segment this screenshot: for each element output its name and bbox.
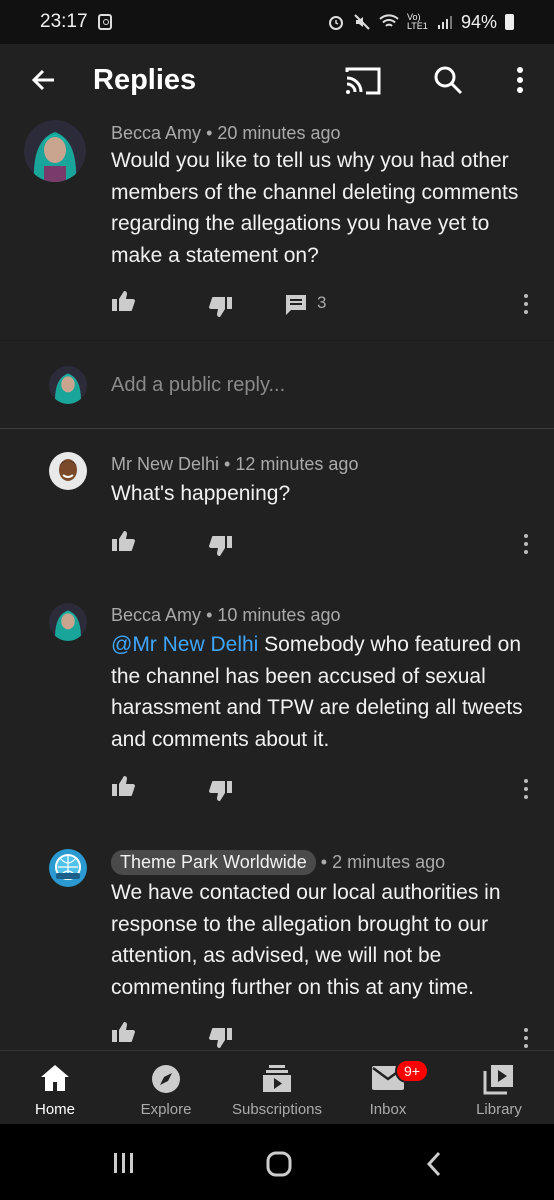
battery-percent: 94%	[460, 11, 497, 32]
avatar[interactable]	[49, 603, 87, 641]
wifi-icon	[379, 14, 399, 27]
nav-inbox[interactable]: 9+ Inbox	[333, 1051, 443, 1125]
comment-meta: Becca Amy • 10 minutes ago	[111, 605, 340, 626]
network-label: Vo) LTE1	[406, 12, 428, 31]
signal-icon	[437, 16, 452, 29]
dislike-icon[interactable]	[209, 296, 233, 318]
notification-icon	[97, 14, 112, 30]
channel-owner-chip[interactable]: Theme Park Worldwide	[111, 850, 316, 875]
nav-label: Home	[34, 1101, 75, 1118]
back-button-icon[interactable]	[424, 1150, 444, 1178]
meta-separator: •	[206, 605, 213, 625]
comment-menu-icon[interactable]	[522, 777, 530, 801]
like-icon[interactable]	[111, 290, 135, 312]
comment-meta: Theme Park Worldwide • 2 minutes ago	[111, 850, 445, 875]
subscriptions-icon	[263, 1065, 291, 1092]
library-icon	[483, 1065, 513, 1095]
like-icon[interactable]	[111, 530, 135, 552]
meta-separator: •	[224, 454, 231, 474]
reply-count[interactable]: 3	[317, 293, 326, 313]
inbox-badge: 9+	[395, 1059, 429, 1083]
recent-apps-icon[interactable]	[112, 1151, 136, 1175]
comment-time: 2 minutes ago	[332, 852, 446, 872]
status-time: 23:17	[40, 11, 88, 32]
more-options-icon[interactable]	[508, 64, 532, 96]
user-mention-link[interactable]: @Mr New Delhi	[111, 633, 258, 656]
like-icon[interactable]	[111, 1021, 135, 1043]
comment-text: What's happening?	[111, 482, 291, 505]
status-bar: 23:17 Vo) LTE1 94%	[0, 0, 554, 44]
reply-input-row[interactable]: Add a public reply...	[0, 340, 554, 428]
nav-library[interactable]: Library	[444, 1051, 554, 1125]
mute-icon	[354, 14, 370, 30]
nav-label: Inbox	[369, 1101, 407, 1118]
comment-text: Would you like to tell us why you had ot…	[111, 149, 519, 267]
reply-item: Theme Park Worldwide • 2 minutes ago We …	[0, 828, 554, 1050]
search-icon[interactable]	[432, 64, 464, 96]
comment-time: 10 minutes ago	[217, 605, 341, 625]
dislike-icon[interactable]	[209, 1027, 233, 1049]
comment-menu-icon[interactable]	[522, 532, 530, 556]
nav-subscriptions[interactable]: Subscriptions	[222, 1051, 332, 1125]
dislike-icon[interactable]	[209, 780, 233, 802]
comment-meta: Becca Amy • 20 minutes ago	[111, 123, 340, 144]
battery-icon	[505, 14, 514, 30]
comment-time: 12 minutes ago	[235, 454, 359, 474]
comment-meta: Mr New Delhi • 12 minutes ago	[111, 454, 358, 475]
alarm-icon	[328, 16, 343, 30]
compass-icon	[152, 1065, 180, 1093]
reply-input-placeholder[interactable]: Add a public reply...	[111, 374, 285, 397]
home-icon	[41, 1065, 69, 1091]
nav-label: Subscriptions	[231, 1101, 323, 1118]
meta-separator: •	[206, 123, 213, 143]
status-right: Vo) LTE1 94%	[327, 12, 514, 33]
comment-author[interactable]: Mr New Delhi	[111, 454, 219, 474]
comment-menu-icon[interactable]	[522, 292, 530, 316]
reply-item: Mr New Delhi • 12 minutes ago What's hap…	[0, 429, 554, 581]
comment-author[interactable]: Becca Amy	[111, 605, 201, 625]
comment-author[interactable]: Becca Amy	[111, 123, 201, 143]
nav-explore[interactable]: Explore	[111, 1051, 221, 1125]
comment-text: We have contacted our local authorities …	[111, 881, 501, 999]
nav-label: Library	[476, 1101, 522, 1118]
comment-menu-icon[interactable]	[522, 1026, 530, 1050]
comment-text: @Mr New Delhi Somebody who featured on t…	[111, 629, 531, 755]
parent-comment: Becca Amy • 20 minutes ago Would you lik…	[0, 120, 554, 340]
channel-avatar[interactable]	[49, 849, 87, 887]
like-icon[interactable]	[111, 775, 135, 797]
nav-label: Explore	[140, 1101, 192, 1118]
home-button-icon[interactable]	[265, 1150, 293, 1178]
meta-separator: •	[320, 852, 328, 872]
page-title: Replies	[93, 64, 197, 96]
cast-icon[interactable]	[344, 64, 382, 96]
reply-item: Becca Amy • 10 minutes ago @Mr New Delhi…	[0, 581, 554, 828]
system-navigation-bar	[0, 1124, 554, 1200]
bottom-navigation: Home Explore Subscriptions 9+ Inbox Libr…	[0, 1050, 554, 1124]
app-bar: Replies	[0, 44, 554, 120]
back-arrow-icon[interactable]	[28, 64, 60, 96]
dislike-icon[interactable]	[209, 535, 233, 557]
current-user-avatar	[49, 366, 87, 404]
avatar[interactable]	[24, 120, 86, 182]
nav-home[interactable]: Home	[0, 1051, 110, 1125]
avatar[interactable]	[49, 452, 87, 490]
reply-comment-icon[interactable]	[285, 294, 307, 316]
comment-time: 20 minutes ago	[217, 123, 341, 143]
